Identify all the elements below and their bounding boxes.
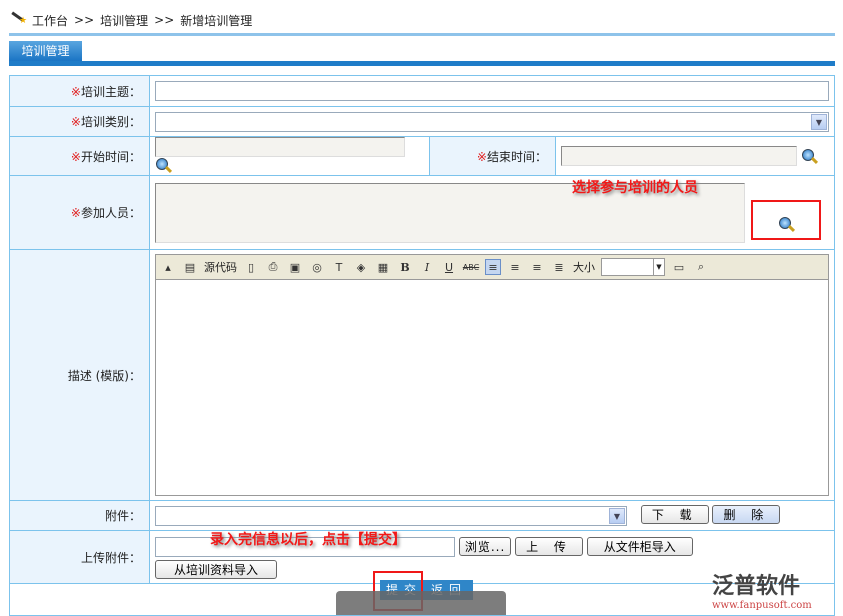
breadcrumb-sep: >> <box>74 13 95 27</box>
breadcrumb-current: 新增培训管理 <box>180 13 253 28</box>
image-icon[interactable]: ▣ <box>287 259 303 275</box>
participants-label: ※参加人员： <box>9 175 150 250</box>
browse-button[interactable]: 浏览... <box>458 536 512 556</box>
breadcrumb-training[interactable]: 培训管理 <box>100 12 148 29</box>
align-right-icon[interactable]: ≡ <box>529 259 545 275</box>
editor-body[interactable] <box>155 280 829 496</box>
collapse-icon[interactable]: ▴ <box>160 259 176 275</box>
source-icon[interactable]: ▤ <box>182 259 198 275</box>
breadcrumb-workbench[interactable]: 工作台 <box>32 12 68 29</box>
workbench-icon <box>10 13 27 27</box>
bg-color-icon[interactable]: ◈ <box>353 259 369 275</box>
upload-button[interactable]: 上 传 <box>515 536 583 556</box>
chevron-down-icon[interactable]: ▼ <box>811 113 827 130</box>
import-from-cabinet-button[interactable]: 从文件柜导入 <box>586 536 693 556</box>
upload-label: 上传附件： <box>9 530 150 584</box>
text-color-icon[interactable]: T <box>331 259 347 275</box>
delete-button[interactable]: 删 除 <box>712 505 781 525</box>
underline-button[interactable]: U <box>441 259 457 275</box>
italic-button[interactable]: I <box>419 259 435 275</box>
divider <box>9 33 835 36</box>
subject-label: ※培训主题： <box>9 75 150 107</box>
new-page-icon[interactable]: ▯ <box>243 259 259 275</box>
annotation-submit-hint: 录入完信息以后，点击【提交】 <box>210 532 406 548</box>
flash-icon[interactable]: ◎ <box>309 259 325 275</box>
bold-button[interactable]: B <box>397 259 413 275</box>
tab-training-management[interactable]: 培训管理 <box>9 41 82 61</box>
breadcrumb-sep: >> <box>154 13 175 27</box>
find-icon[interactable]: ⌕ <box>693 259 709 275</box>
align-center-icon[interactable]: ≡ <box>507 259 523 275</box>
editor-toolbar: ▴ ▤ 源代码 ▯ ⎙ ▣ ◎ T ◈ ▦ B I U ABC ≡ ≡ ≡ ≣ 大… <box>155 254 829 280</box>
attachment-select[interactable]: ▼ <box>155 505 627 526</box>
chevron-down-icon[interactable]: ▼ <box>609 507 625 524</box>
chevron-down-icon[interactable]: ▼ <box>653 259 664 275</box>
search-icon[interactable] <box>155 157 173 175</box>
font-size-label: 大小 <box>573 261 595 274</box>
end-time-label: ※结束时间： <box>429 136 556 176</box>
category-select[interactable]: ▼ <box>155 111 829 132</box>
preview-icon[interactable]: ▭ <box>671 259 687 275</box>
viewer-overlay <box>336 591 506 615</box>
start-time-input[interactable] <box>155 137 405 157</box>
watermark-logo: 泛普软件 www.fanpusoft.com <box>712 574 812 611</box>
breadcrumb: 工作台 >> 培训管理 >> 新增培训管理 <box>10 10 252 30</box>
download-button[interactable]: 下 载 <box>640 505 709 525</box>
table-icon[interactable]: ▦ <box>375 259 391 275</box>
search-icon[interactable] <box>801 148 819 166</box>
divider <box>9 61 835 66</box>
attachment-label: 附件： <box>9 500 150 531</box>
end-time-input[interactable] <box>561 146 797 166</box>
subject-input[interactable] <box>155 81 829 101</box>
font-size-select[interactable]: ▼ <box>601 258 665 276</box>
strike-button[interactable]: ABC <box>463 259 479 275</box>
print-icon[interactable]: ⎙ <box>265 259 281 275</box>
category-label: ※培训类别： <box>9 106 150 137</box>
training-form: ※培训主题： ※培训类别： ▼ ※开始时间： ※结束时间： ※参加人员： 描述 … <box>9 75 835 616</box>
description-label: 描述 (模版)： <box>9 249 150 501</box>
justify-icon[interactable]: ≣ <box>551 259 567 275</box>
source-button[interactable]: 源代码 <box>204 259 237 275</box>
annotation-select-people: 选择参与培训的人员 <box>572 180 698 196</box>
align-left-icon[interactable]: ≡ <box>485 259 501 275</box>
start-time-label: ※开始时间： <box>9 136 150 176</box>
import-from-training-button[interactable]: 从培训资料导入 <box>155 560 278 580</box>
annotation-box <box>751 200 821 240</box>
